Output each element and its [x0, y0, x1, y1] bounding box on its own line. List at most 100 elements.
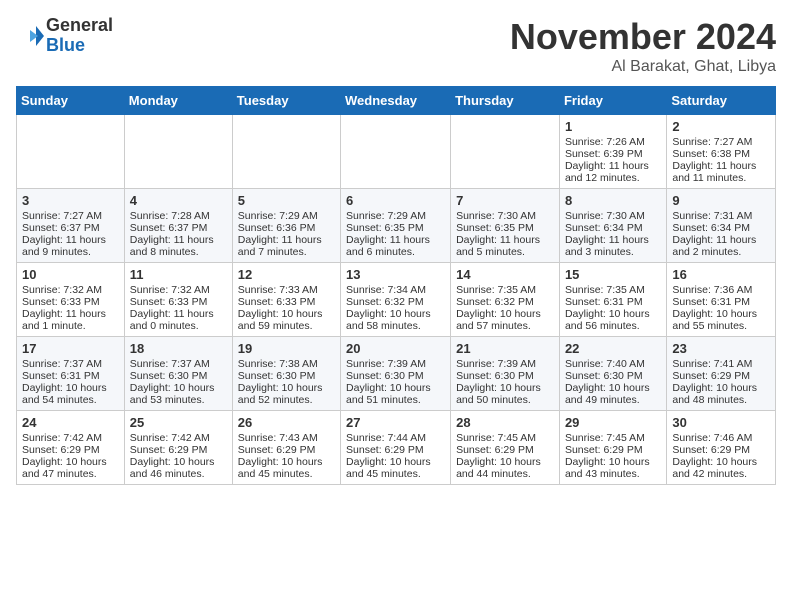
calendar-cell: 11Sunrise: 7:32 AMSunset: 6:33 PMDayligh… — [124, 263, 232, 337]
calendar-cell: 21Sunrise: 7:39 AMSunset: 6:30 PMDayligh… — [451, 337, 560, 411]
day-number: 5 — [238, 193, 335, 208]
day-info: Sunrise: 7:44 AM — [346, 432, 445, 444]
calendar-cell: 26Sunrise: 7:43 AMSunset: 6:29 PMDayligh… — [232, 411, 340, 485]
calendar-cell: 25Sunrise: 7:42 AMSunset: 6:29 PMDayligh… — [124, 411, 232, 485]
day-info: Sunrise: 7:30 AM — [456, 210, 554, 222]
day-info: Sunrise: 7:43 AM — [238, 432, 335, 444]
day-info: Sunrise: 7:27 AM — [22, 210, 119, 222]
calendar-cell: 15Sunrise: 7:35 AMSunset: 6:31 PMDayligh… — [559, 263, 666, 337]
calendar-cell — [341, 115, 451, 189]
day-number: 19 — [238, 341, 335, 356]
day-info: Sunrise: 7:27 AM — [672, 136, 770, 148]
col-header-tuesday: Tuesday — [232, 87, 340, 115]
calendar-cell: 10Sunrise: 7:32 AMSunset: 6:33 PMDayligh… — [17, 263, 125, 337]
day-info: Sunrise: 7:32 AM — [22, 284, 119, 296]
calendar-cell: 5 Sunrise: 7:29 AMSunset: 6:36 PMDaylight… — [232, 189, 340, 263]
col-header-wednesday: Wednesday — [341, 87, 451, 115]
day-info: Daylight: 11 hours and 7 minutes. — [238, 234, 335, 258]
day-number: 22 — [565, 341, 661, 356]
calendar-cell: 9Sunrise: 7:31 AMSunset: 6:34 PMDaylight… — [667, 189, 776, 263]
day-info: Sunrise: 7:37 AM — [130, 358, 227, 370]
month-title: November 2024 — [510, 16, 776, 58]
day-info: Sunset: 6:31 PM — [22, 370, 119, 382]
day-info: Sunset: 6:32 PM — [456, 296, 554, 308]
day-number: 16 — [672, 267, 770, 282]
calendar-cell: 1Sunrise: 7:26 AMSunset: 6:39 PMDaylight… — [559, 115, 666, 189]
day-info: Daylight: 11 hours and 8 minutes. — [130, 234, 227, 258]
day-number: 6 — [346, 193, 445, 208]
day-number: 28 — [456, 415, 554, 430]
calendar-cell: 7Sunrise: 7:30 AMSunset: 6:35 PMDaylight… — [451, 189, 560, 263]
day-info: Daylight: 10 hours and 59 minutes. — [238, 308, 335, 332]
calendar-cell: 29Sunrise: 7:45 AMSunset: 6:29 PMDayligh… — [559, 411, 666, 485]
day-info: Sunset: 6:34 PM — [672, 222, 770, 234]
day-info: Sunrise: 7:33 AM — [238, 284, 335, 296]
day-number: 10 — [22, 267, 119, 282]
day-info: Sunset: 6:29 PM — [238, 444, 335, 456]
calendar-cell: 6Sunrise: 7:29 AMSunset: 6:35 PMDaylight… — [341, 189, 451, 263]
day-info: Daylight: 10 hours and 46 minutes. — [130, 456, 227, 480]
day-info: Daylight: 10 hours and 52 minutes. — [238, 382, 335, 406]
day-info: Daylight: 10 hours and 45 minutes. — [346, 456, 445, 480]
day-info: Daylight: 11 hours and 1 minute. — [22, 308, 119, 332]
day-info: Daylight: 10 hours and 58 minutes. — [346, 308, 445, 332]
day-info: Daylight: 10 hours and 53 minutes. — [130, 382, 227, 406]
day-info: Sunset: 6:33 PM — [238, 296, 335, 308]
day-info: Sunset: 6:29 PM — [672, 444, 770, 456]
day-info: Sunset: 6:29 PM — [456, 444, 554, 456]
day-number: 3 — [22, 193, 119, 208]
day-info: Daylight: 11 hours and 2 minutes. — [672, 234, 770, 258]
day-info: Sunset: 6:35 PM — [346, 222, 445, 234]
day-info: Sunrise: 7:35 AM — [456, 284, 554, 296]
day-info: Sunrise: 7:32 AM — [130, 284, 227, 296]
day-info: Sunrise: 7:39 AM — [346, 358, 445, 370]
calendar-table: SundayMondayTuesdayWednesdayThursdayFrid… — [16, 86, 776, 485]
day-info: Daylight: 10 hours and 49 minutes. — [565, 382, 661, 406]
day-info: Daylight: 10 hours and 48 minutes. — [672, 382, 770, 406]
day-info: Daylight: 11 hours and 3 minutes. — [565, 234, 661, 258]
day-info: Daylight: 10 hours and 44 minutes. — [456, 456, 554, 480]
calendar-cell — [232, 115, 340, 189]
week-row-5: 24Sunrise: 7:42 AMSunset: 6:29 PMDayligh… — [17, 411, 776, 485]
day-info: Sunset: 6:30 PM — [456, 370, 554, 382]
logo-blue: Blue — [46, 36, 113, 56]
calendar-cell: 8Sunrise: 7:30 AMSunset: 6:34 PMDaylight… — [559, 189, 666, 263]
logo-icon — [16, 22, 44, 50]
day-number: 21 — [456, 341, 554, 356]
day-number: 12 — [238, 267, 335, 282]
day-number: 11 — [130, 267, 227, 282]
day-info: Sunrise: 7:45 AM — [565, 432, 661, 444]
day-info: Sunrise: 7:46 AM — [672, 432, 770, 444]
day-info: Daylight: 11 hours and 6 minutes. — [346, 234, 445, 258]
day-number: 9 — [672, 193, 770, 208]
day-number: 20 — [346, 341, 445, 356]
day-info: Daylight: 10 hours and 55 minutes. — [672, 308, 770, 332]
calendar-cell: 17Sunrise: 7:37 AMSunset: 6:31 PMDayligh… — [17, 337, 125, 411]
day-info: Sunrise: 7:29 AM — [238, 210, 335, 222]
calendar-cell: 13Sunrise: 7:34 AMSunset: 6:32 PMDayligh… — [341, 263, 451, 337]
day-number: 24 — [22, 415, 119, 430]
day-info: Daylight: 11 hours and 0 minutes. — [130, 308, 227, 332]
calendar-cell: 20Sunrise: 7:39 AMSunset: 6:30 PMDayligh… — [341, 337, 451, 411]
day-info: Daylight: 10 hours and 54 minutes. — [22, 382, 119, 406]
day-info: Sunrise: 7:40 AM — [565, 358, 661, 370]
day-info: Daylight: 10 hours and 56 minutes. — [565, 308, 661, 332]
day-number: 14 — [456, 267, 554, 282]
day-info: Sunset: 6:29 PM — [22, 444, 119, 456]
col-header-saturday: Saturday — [667, 87, 776, 115]
header-row: SundayMondayTuesdayWednesdayThursdayFrid… — [17, 87, 776, 115]
day-info: Sunset: 6:37 PM — [130, 222, 227, 234]
day-info: Sunset: 6:30 PM — [346, 370, 445, 382]
day-info: Daylight: 11 hours and 9 minutes. — [22, 234, 119, 258]
calendar-cell: 18Sunrise: 7:37 AMSunset: 6:30 PMDayligh… — [124, 337, 232, 411]
calendar-cell — [17, 115, 125, 189]
day-info: Daylight: 10 hours and 50 minutes. — [456, 382, 554, 406]
day-info: Sunset: 6:36 PM — [238, 222, 335, 234]
day-info: Sunset: 6:34 PM — [565, 222, 661, 234]
calendar-cell: 22Sunrise: 7:40 AMSunset: 6:30 PMDayligh… — [559, 337, 666, 411]
day-info: Sunset: 6:32 PM — [346, 296, 445, 308]
calendar-cell — [124, 115, 232, 189]
day-info: Daylight: 11 hours and 5 minutes. — [456, 234, 554, 258]
col-header-friday: Friday — [559, 87, 666, 115]
week-row-3: 10Sunrise: 7:32 AMSunset: 6:33 PMDayligh… — [17, 263, 776, 337]
